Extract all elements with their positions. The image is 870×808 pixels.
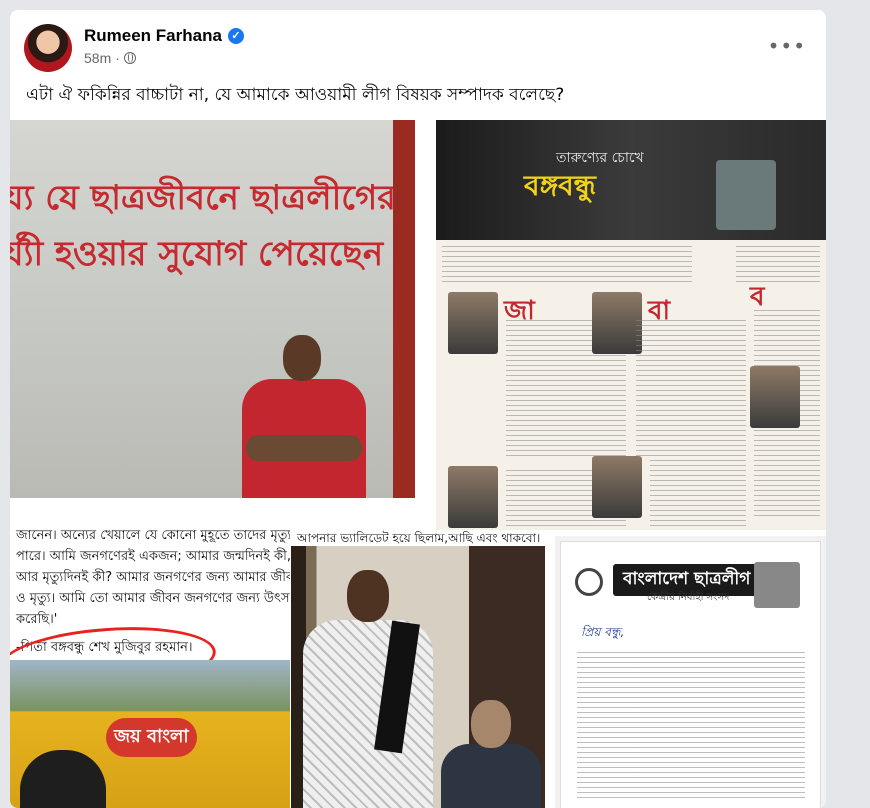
person-red-shirt	[242, 335, 366, 498]
two-men-photo[interactable]: আপনার ভ্যালিডেট হয়ে ছিলাম,আছি এবং থাকবো…	[291, 530, 545, 808]
author-name-text[interactable]: Rumeen Farhana	[84, 26, 222, 46]
newspaper-image[interactable]: তারুণ্যের চোখে বঙ্গবন্ধু জা বা ব	[436, 120, 826, 530]
mural-figure	[20, 750, 106, 808]
young-man-panjabi	[303, 570, 433, 808]
newspaper-title: বঙ্গবন্ধু	[524, 169, 596, 202]
avatar[interactable]	[24, 24, 72, 72]
wall-photo[interactable]: য্য যে ছাত্রজীবনে ছাত্রলীগের র্য্যী হওয়…	[10, 120, 415, 498]
post-timestamp[interactable]: 58m	[84, 50, 111, 66]
mural: জয় বাংলা	[10, 660, 290, 808]
wall-pillar	[393, 120, 415, 498]
newspaper-portrait	[448, 466, 498, 528]
wall-graffiti-line2: র্য্যী হওয়ার সুযোগ পেয়েছেন	[10, 234, 384, 274]
newspaper-portrait	[592, 292, 642, 354]
image-grid: য্য যে ছাত্রজীবনে ছাত্রলীগের র্য্যী হওয়…	[10, 120, 826, 808]
letter-document-image[interactable]: বাংলাদেশ ছাত্রলীগ কেন্দ্রীয় নির্বাহী সং…	[555, 536, 826, 808]
newspaper-portrait	[448, 292, 498, 354]
more-options-icon[interactable]: •••	[768, 34, 806, 58]
verified-badge-icon: ✓	[227, 28, 244, 44]
newspaper-portrait	[750, 366, 800, 428]
letter-salutation: প্রিয় বন্ধু,	[581, 625, 625, 639]
wall-graffiti-line1: য্য যে ছাত্রজীবনে ছাত্রলীগের	[10, 178, 396, 218]
post-card: Rumeen Farhana ✓ 58m · ••• এটা ঐ ফকিন্নি…	[10, 10, 826, 808]
seated-man-suit	[441, 700, 541, 808]
post-text: এটা ঐ ফকিন্নির বাচ্চাটা না, যে আমাকে আওয…	[26, 85, 565, 105]
quote-mural-image[interactable]: জানেন। অন্যের খেয়ালে যে কোনো মুহূর্তে ত…	[10, 530, 290, 808]
post-header: Rumeen Farhana ✓ 58m · •••	[10, 10, 826, 74]
emblem-icon	[575, 568, 603, 596]
author-name[interactable]: Rumeen Farhana ✓	[84, 26, 244, 46]
letter-portrait	[754, 562, 800, 608]
mural-title: জয় বাংলা	[106, 718, 197, 757]
letter-sheet: বাংলাদেশ ছাত্রলীগ কেন্দ্রীয় নির্বাহী সং…	[561, 542, 820, 808]
globe-icon[interactable]	[123, 52, 136, 64]
newspaper-portrait	[592, 456, 642, 518]
post-meta: 58m ·	[84, 50, 136, 66]
letter-org-sub: কেন্দ্রীয় নির্বাহী সংসদ	[647, 592, 730, 603]
newspaper-side-photo	[716, 160, 776, 230]
